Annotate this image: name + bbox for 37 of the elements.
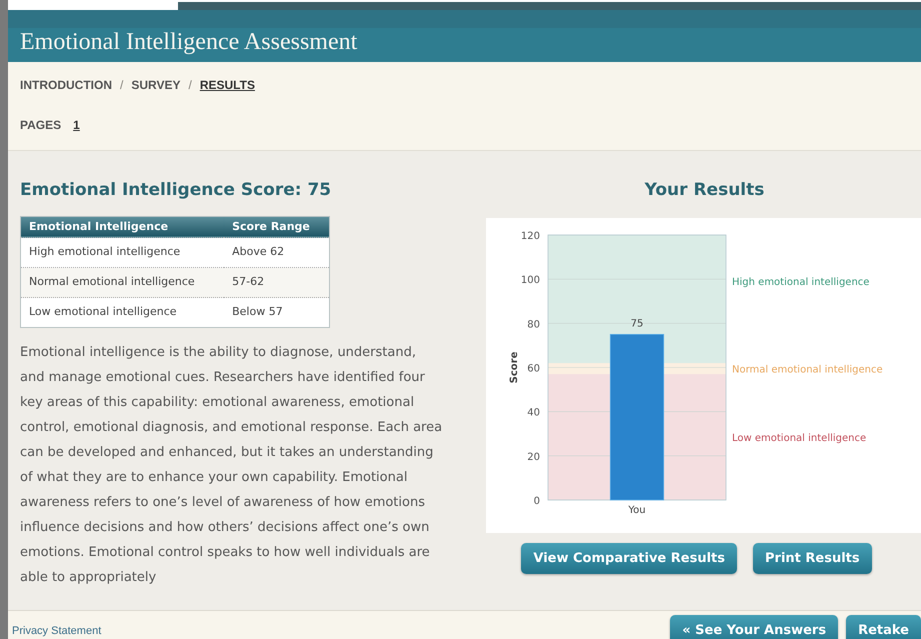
table-cell: High emotional intelligence [20,238,224,268]
breadcrumb-link[interactable]: INTRODUCTION [20,76,112,94]
axis-tick-label: 40 [527,407,540,418]
column-header: Score Range [224,216,330,238]
band-label: Normal emotional intelligence [732,364,883,376]
table-cell: 57-62 [224,268,330,298]
footer-button[interactable]: « See Your Answers [670,614,838,639]
band-label: High emotional intelligence [732,276,870,288]
axis-tick-label: 20 [527,451,540,462]
axis-tick-label: 0 [534,496,540,506]
table-cell: Low emotional intelligence [20,298,224,328]
axis-tick-label: 100 [520,274,540,286]
results-heading: Your Results [644,179,764,202]
privacy-link[interactable]: Privacy Statement [12,625,102,638]
column-header: Emotional Intelligence [20,216,224,238]
breadcrumb-link[interactable]: RESULTS [200,76,255,94]
table-cell: Below 57 [224,298,330,328]
breadcrumb-separator: / [188,77,192,94]
axis-tick-label: 60 [527,363,540,374]
table-cell: Normal emotional intelligence [20,268,224,298]
window-title: Emotional Intelligence Assessment [20,28,358,56]
data-label: 75 [630,318,644,329]
axis-title: Score [509,351,520,383]
action-button[interactable]: View Comparative Results [521,542,737,574]
axis-tick-label: 80 [527,318,540,330]
score-heading: Emotional Intelligence Score: 75 [20,179,332,202]
description-paragraph: Emotional intelligence is the ability to diagnose, understand, and manage emotional cues. Researchers have identified four key areas of this capability: emotional awareness, emotional control, emotional diagnosis, and emotional response. Each area can be developed and enhanced, but it takes an understanding of what they are to enhance your own capability. Emotional awareness refers to one’s level of awareness of how emotions influence decisions and how others’ decisions affect one’s own emotions. Emotional control speaks to how well individuals are able to appropriately [20,344,444,587]
breadcrumb-link[interactable]: SURVEY [131,76,180,94]
page-link[interactable]: 1 [73,116,80,134]
pages-label: PAGES [20,117,62,134]
breadcrumb-separator: / [120,77,124,94]
footer-button[interactable]: Retake [846,614,921,639]
axis-tick-label: 120 [520,230,540,242]
band-label: Low emotional intelligence [732,432,866,444]
table-cell: Above 62 [224,238,330,268]
action-button[interactable]: Print Results [753,542,872,574]
category-label: You [628,504,646,516]
